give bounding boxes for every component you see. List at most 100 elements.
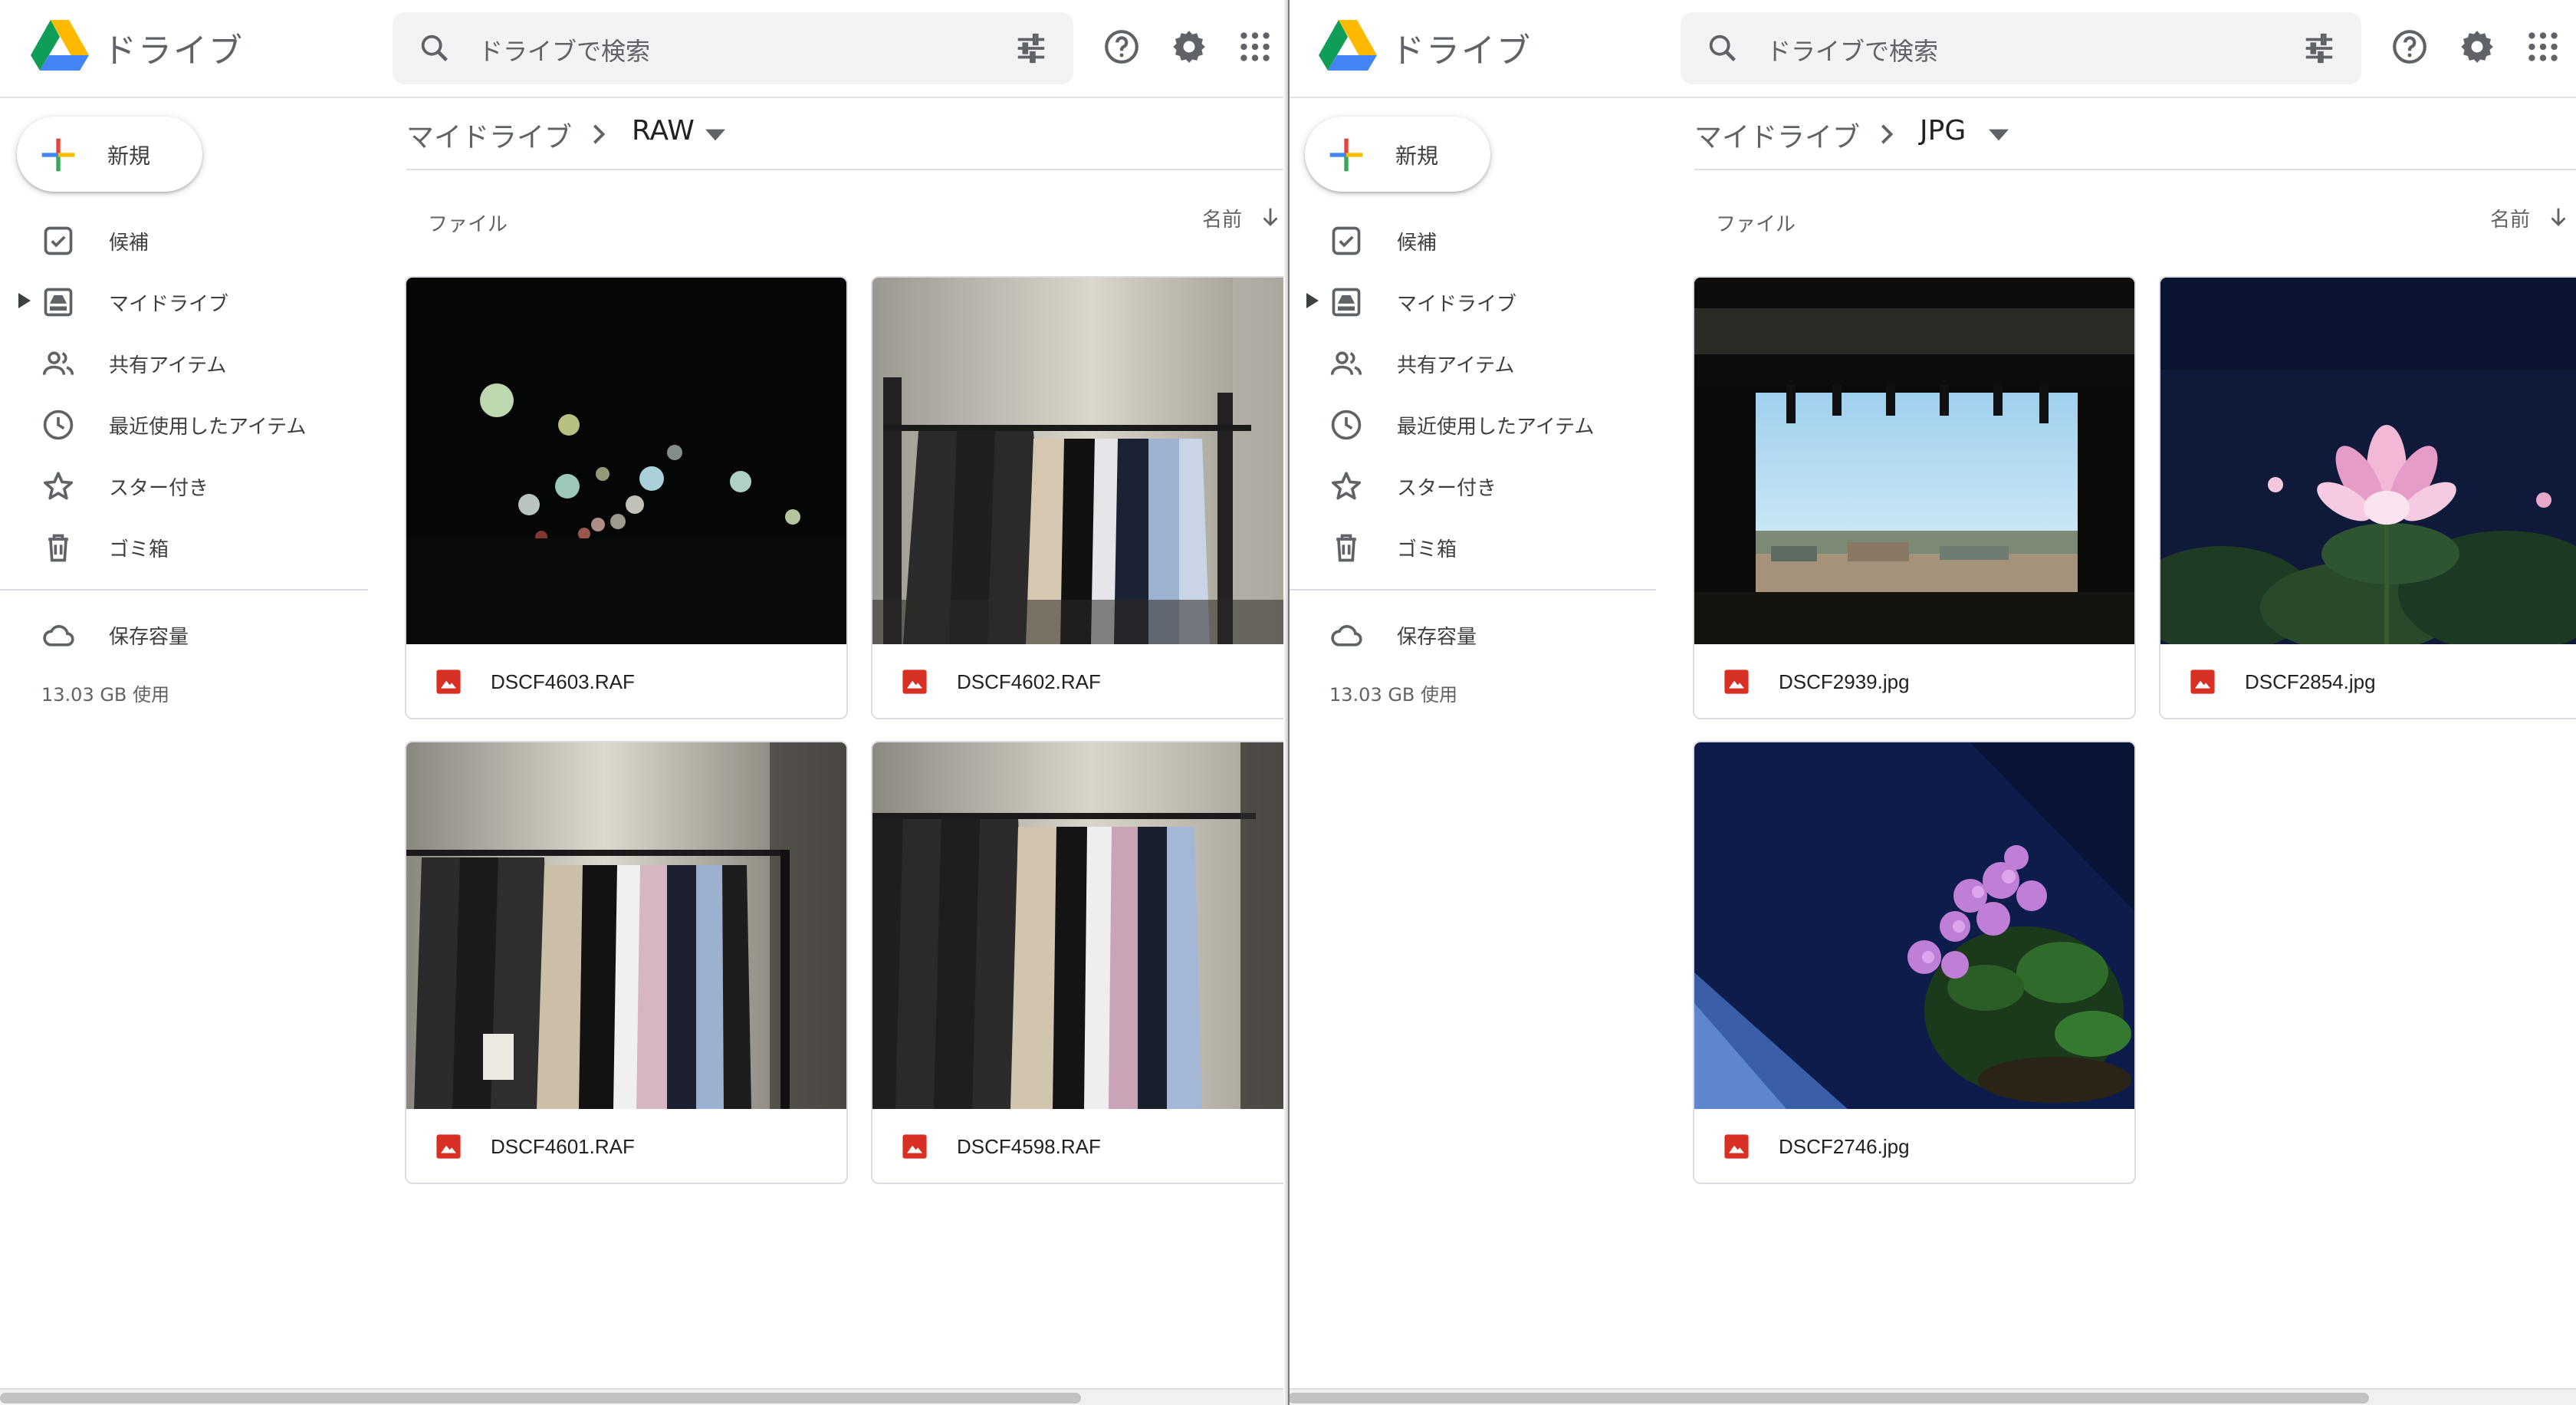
horizontal-scrollbar[interactable] bbox=[1288, 1388, 2576, 1405]
search-bar[interactable]: ドライブで検索 bbox=[1681, 12, 2361, 84]
sidebar-nav: 候補 マイドライブ 共有アイテム 最近使用したアイテム スター付き ゴミ箱 bbox=[0, 209, 368, 577]
star-icon bbox=[1331, 472, 1362, 500]
horizontal-scrollbar[interactable] bbox=[0, 1388, 1288, 1405]
arrow-down-icon[interactable] bbox=[2545, 204, 2571, 230]
sidebar-item-storage[interactable]: 保存容量 bbox=[1288, 603, 1656, 664]
files-section-label: ファイル bbox=[428, 213, 508, 236]
people-icon bbox=[1330, 351, 1362, 375]
file-thumbnail bbox=[872, 278, 1288, 644]
chevron-right-icon bbox=[593, 124, 606, 144]
sort-by-name-button[interactable]: 名前 bbox=[2490, 204, 2530, 232]
sidebar-item-shared[interactable]: 共有アイテム bbox=[0, 331, 368, 393]
file-card[interactable]: DSCF2939.jpg bbox=[1693, 276, 2136, 719]
image-file-icon bbox=[902, 1134, 927, 1159]
sidebar-item-recent[interactable]: 最近使用したアイテム bbox=[1288, 393, 1656, 454]
thumbnail-clothes-rack bbox=[872, 742, 1288, 1109]
sidebar-item-storage[interactable]: 保存容量 bbox=[0, 603, 368, 664]
file-card[interactable]: DSCF4602.RAF bbox=[871, 276, 1288, 719]
expand-arrow-icon[interactable] bbox=[18, 293, 31, 308]
file-thumbnail bbox=[872, 742, 1288, 1109]
sidebar-item-my-drive[interactable]: マイドライブ bbox=[1288, 270, 1656, 331]
sidebar-item-starred[interactable]: スター付き bbox=[0, 454, 368, 515]
header-divider bbox=[406, 169, 1288, 170]
breadcrumb-my-drive[interactable]: マイドライブ bbox=[1694, 115, 1860, 155]
search-options-icon[interactable] bbox=[1014, 31, 1049, 66]
file-name: DSCF2854.jpg bbox=[2245, 670, 2376, 693]
file-thumbnail bbox=[406, 278, 846, 644]
file-card[interactable]: DSCF4603.RAF bbox=[405, 276, 848, 719]
file-card[interactable]: DSCF2854.jpg bbox=[2159, 276, 2576, 719]
storage-usage: 13.03 GB 使用 bbox=[41, 684, 170, 706]
sidebar-item-label: 最近使用したアイテム bbox=[109, 416, 307, 439]
sidebar-item-label: ゴミ箱 bbox=[1397, 538, 1457, 561]
breadcrumb-current-folder[interactable]: JPG bbox=[1920, 115, 1966, 146]
file-card[interactable]: DSCF4601.RAF bbox=[405, 741, 848, 1184]
checkbox-icon bbox=[44, 226, 73, 255]
drive-logo-icon[interactable] bbox=[31, 18, 89, 72]
search-icon[interactable] bbox=[1705, 31, 1740, 66]
breadcrumb-current-folder[interactable]: RAW bbox=[632, 115, 695, 146]
sidebar-item-suggested[interactable]: 候補 bbox=[1288, 209, 1656, 270]
sidebar-item-trash[interactable]: ゴミ箱 bbox=[0, 515, 368, 577]
cloud-icon bbox=[1331, 624, 1362, 647]
breadcrumb-my-drive[interactable]: マイドライブ bbox=[406, 115, 572, 155]
sidebar-item-my-drive[interactable]: マイドライブ bbox=[0, 270, 368, 331]
sidebar-item-label: 共有アイテム bbox=[109, 354, 227, 377]
people-icon bbox=[42, 351, 74, 375]
trash-icon bbox=[1336, 534, 1356, 562]
search-input[interactable]: ドライブで検索 bbox=[478, 32, 650, 67]
sidebar-item-recent[interactable]: 最近使用したアイテム bbox=[0, 393, 368, 454]
sidebar-divider bbox=[0, 589, 368, 591]
dropdown-arrow-icon[interactable] bbox=[705, 129, 725, 141]
split-view-divider[interactable] bbox=[1288, 0, 1290, 1405]
star-icon bbox=[43, 472, 74, 500]
sidebar-item-label: 保存容量 bbox=[109, 626, 189, 649]
thumbnail-temple-view bbox=[1694, 278, 2134, 644]
help-icon[interactable] bbox=[1102, 28, 1141, 66]
image-file-icon bbox=[1724, 670, 1749, 694]
plus-icon bbox=[41, 138, 75, 172]
scrollbar-thumb[interactable] bbox=[1288, 1393, 2369, 1403]
apps-grid-icon[interactable] bbox=[1236, 28, 1274, 66]
scrollbar-thumb[interactable] bbox=[0, 1393, 1081, 1403]
new-button[interactable]: 新規 bbox=[17, 117, 202, 192]
search-options-icon[interactable] bbox=[2302, 31, 2337, 66]
dropdown-arrow-icon[interactable] bbox=[1989, 129, 2009, 141]
file-thumbnail bbox=[1694, 278, 2134, 644]
gear-icon[interactable] bbox=[1170, 28, 1208, 66]
file-card[interactable]: DSCF2746.jpg bbox=[1693, 741, 2136, 1184]
new-button[interactable]: 新規 bbox=[1305, 117, 1490, 192]
product-name: ドライブ bbox=[1391, 31, 1532, 71]
file-card-footer: DSCF4598.RAF bbox=[872, 1109, 1288, 1183]
gear-icon[interactable] bbox=[2458, 28, 2496, 66]
sort-by-name-button[interactable]: 名前 bbox=[1202, 204, 1242, 232]
search-icon[interactable] bbox=[417, 31, 452, 66]
image-file-icon bbox=[436, 1134, 461, 1159]
thumbnail-purple-flowers bbox=[1694, 742, 2134, 1109]
arrow-down-icon[interactable] bbox=[1257, 204, 1283, 230]
sidebar-item-label: スター付き bbox=[1397, 477, 1497, 500]
file-name: DSCF4602.RAF bbox=[957, 670, 1101, 693]
thumbnail-night-bokeh bbox=[406, 278, 846, 644]
sidebar-item-shared[interactable]: 共有アイテム bbox=[1288, 331, 1656, 393]
search-input[interactable]: ドライブで検索 bbox=[1766, 32, 1938, 67]
sidebar-item-suggested[interactable]: 候補 bbox=[0, 209, 368, 270]
file-card[interactable]: DSCF4598.RAF bbox=[871, 741, 1288, 1184]
clock-icon bbox=[1331, 410, 1362, 440]
expand-arrow-icon[interactable] bbox=[1306, 293, 1319, 308]
files-section-label: ファイル bbox=[1716, 213, 1796, 236]
file-card-footer: DSCF4602.RAF bbox=[872, 644, 1288, 718]
sidebar-item-trash[interactable]: ゴミ箱 bbox=[1288, 515, 1656, 577]
sidebar-item-starred[interactable]: スター付き bbox=[1288, 454, 1656, 515]
search-bar[interactable]: ドライブで検索 bbox=[393, 12, 1073, 84]
file-name: DSCF4598.RAF bbox=[957, 1135, 1101, 1158]
file-thumbnail bbox=[2160, 278, 2576, 644]
file-name: DSCF4603.RAF bbox=[491, 670, 635, 693]
drive-logo-icon[interactable] bbox=[1319, 18, 1377, 72]
apps-grid-icon[interactable] bbox=[2524, 28, 2562, 66]
image-file-icon bbox=[436, 670, 461, 694]
trash-icon bbox=[48, 534, 68, 562]
file-card-footer: DSCF2854.jpg bbox=[2160, 644, 2576, 718]
new-button-label: 新規 bbox=[1395, 143, 1439, 169]
help-icon[interactable] bbox=[2390, 28, 2429, 66]
